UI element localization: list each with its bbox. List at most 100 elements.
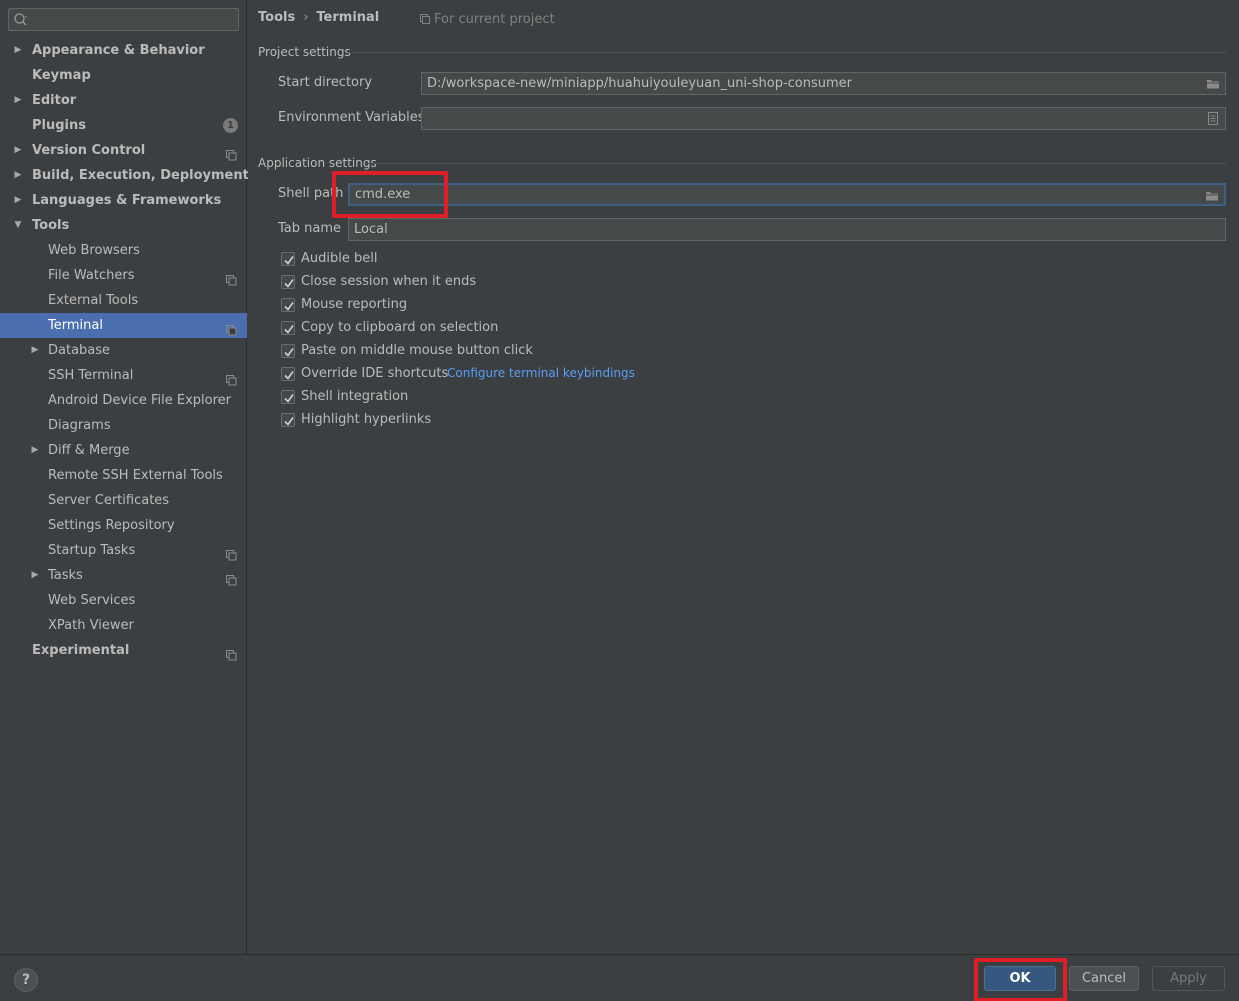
shell-path-input[interactable]: cmd.exe bbox=[348, 183, 1226, 206]
scope-text: For current project bbox=[434, 12, 555, 27]
sidebar-item-version-control[interactable]: ▶ Version Control bbox=[0, 138, 247, 163]
settings-sidebar: ▶ Appearance & Behavior Keymap ▶ Editor Plugi… bbox=[0, 0, 249, 954]
collapsed-arrow-icon[interactable]: ▶ bbox=[12, 88, 24, 113]
sidebar-item-remote-ssh-external-tools[interactable]: Remote SSH External Tools bbox=[0, 463, 247, 488]
checkbox[interactable] bbox=[281, 252, 295, 266]
sidebar-item-label: Remote SSH External Tools bbox=[48, 468, 223, 483]
sidebar-item-startup-tasks[interactable]: Startup Tasks bbox=[0, 538, 247, 563]
sidebar-item-tools[interactable]: ▼ Tools bbox=[0, 213, 247, 238]
sidebar-item-label: Server Certificates bbox=[48, 493, 170, 508]
shell-path-label: Shell path bbox=[278, 186, 344, 201]
sidebar-item-diagrams[interactable]: Diagrams bbox=[0, 413, 247, 438]
sidebar-item-server-certificates[interactable]: Server Certificates bbox=[0, 488, 247, 513]
collapsed-arrow-icon[interactable]: ▶ bbox=[12, 138, 24, 163]
sidebar-item-xpath-viewer[interactable]: XPath Viewer bbox=[0, 613, 247, 638]
sidebar-item-label: Plugins bbox=[32, 118, 86, 133]
env-vars-input[interactable] bbox=[421, 107, 1226, 130]
folder-icon[interactable] bbox=[1205, 189, 1219, 202]
start-directory-label: Start directory bbox=[278, 75, 373, 90]
sidebar-item-label: Tools bbox=[32, 218, 70, 233]
sidebar-item-web-services[interactable]: Web Services bbox=[0, 588, 247, 613]
start-directory-input[interactable]: D:/workspace-new/miniapp/huahuiyouleyuan… bbox=[421, 72, 1226, 95]
project-scope-icon bbox=[226, 570, 237, 586]
breadcrumb-parent[interactable]: Tools bbox=[258, 10, 295, 25]
checkmark-icon bbox=[284, 417, 294, 426]
sidebar-item-file-watchers[interactable]: File Watchers bbox=[0, 263, 247, 288]
sidebar-item-ssh-terminal[interactable]: SSH Terminal bbox=[0, 363, 247, 388]
project-scope-icon bbox=[226, 145, 237, 161]
collapsed-arrow-icon[interactable]: ▶ bbox=[12, 163, 24, 188]
help-button[interactable]: ? bbox=[14, 968, 38, 992]
sidebar-item-label: Keymap bbox=[32, 68, 91, 83]
collapsed-arrow-icon[interactable]: ▶ bbox=[12, 188, 24, 213]
sidebar-item-label: Build, Execution, Deployment bbox=[32, 168, 249, 183]
option-label: Highlight hyperlinks bbox=[301, 412, 432, 427]
sidebar-item-label: Web Services bbox=[48, 593, 136, 608]
project-scope-icon bbox=[226, 320, 237, 336]
sidebar-item-label: Diff & Merge bbox=[48, 443, 130, 458]
sidebar-item-database[interactable]: ▶ Database bbox=[0, 338, 247, 363]
sidebar-item-android-device-file-explorer[interactable]: Android Device File Explorer bbox=[0, 388, 247, 413]
shell-path-value: cmd.exe bbox=[355, 187, 411, 202]
project-scope-icon bbox=[226, 645, 237, 661]
checkbox[interactable] bbox=[281, 321, 295, 335]
sidebar-item-terminal[interactable]: Terminal bbox=[0, 313, 247, 338]
project-scope-icon bbox=[226, 270, 237, 286]
checkmark-icon bbox=[284, 279, 294, 288]
sidebar-item-label: SSH Terminal bbox=[48, 368, 134, 383]
sidebar-item-plugins[interactable]: Plugins 1 bbox=[0, 113, 247, 138]
update-count-badge: 1 bbox=[223, 118, 238, 133]
checkbox[interactable] bbox=[281, 390, 295, 404]
sidebar-item-appearance-behavior[interactable]: ▶ Appearance & Behavior bbox=[0, 38, 247, 63]
collapsed-arrow-icon[interactable]: ▶ bbox=[29, 438, 41, 463]
checkmark-icon bbox=[284, 371, 294, 380]
option-label: Audible bell bbox=[301, 251, 378, 266]
configure-keybindings-link[interactable]: Configure terminal keybindings bbox=[447, 366, 635, 380]
checkmark-icon bbox=[284, 256, 294, 265]
checkmark-icon bbox=[284, 394, 294, 403]
sidebar-item-external-tools[interactable]: External Tools bbox=[0, 288, 247, 313]
ok-button[interactable]: OK bbox=[984, 966, 1056, 991]
start-directory-value: D:/workspace-new/miniapp/huahuiyouleyuan… bbox=[427, 76, 853, 91]
tab-name-input[interactable]: Local bbox=[348, 218, 1226, 241]
sidebar-item-settings-repository[interactable]: Settings Repository bbox=[0, 513, 247, 538]
option-label: Override IDE shortcuts bbox=[301, 366, 449, 381]
sidebar-item-languages-frameworks[interactable]: ▶ Languages & Frameworks bbox=[0, 188, 247, 213]
apply-button[interactable]: Apply bbox=[1152, 966, 1225, 991]
sidebar-item-label: Tasks bbox=[48, 568, 83, 583]
breadcrumb-current: Terminal bbox=[316, 10, 380, 25]
edit-list-icon[interactable] bbox=[1206, 112, 1220, 125]
scope-label: For current project bbox=[420, 11, 555, 29]
sidebar-item-tasks[interactable]: ▶ Tasks bbox=[0, 563, 247, 588]
sidebar-item-editor[interactable]: ▶ Editor bbox=[0, 88, 247, 113]
checkmark-icon bbox=[284, 302, 294, 311]
sidebar-item-label: Editor bbox=[32, 93, 77, 108]
folder-icon[interactable] bbox=[1206, 77, 1220, 90]
project-settings-divider bbox=[348, 52, 1226, 53]
sidebar-item-label: Web Browsers bbox=[48, 243, 140, 258]
sidebar-item-label: Version Control bbox=[32, 143, 146, 158]
collapsed-arrow-icon[interactable]: ▶ bbox=[29, 563, 41, 588]
checkbox[interactable] bbox=[281, 275, 295, 289]
dialog-footer: ? OK Cancel Apply bbox=[0, 954, 1239, 1001]
sidebar-item-web-browsers[interactable]: Web Browsers bbox=[0, 238, 247, 263]
settings-search-box[interactable] bbox=[8, 8, 239, 31]
project-scope-icon bbox=[226, 370, 237, 386]
checkbox[interactable] bbox=[281, 413, 295, 427]
expanded-arrow-icon[interactable]: ▼ bbox=[12, 213, 24, 238]
checkbox[interactable] bbox=[281, 344, 295, 358]
sidebar-item-keymap[interactable]: Keymap bbox=[0, 63, 247, 88]
sidebar-item-build-execution-deployment[interactable]: ▶ Build, Execution, Deployment bbox=[0, 163, 249, 188]
collapsed-arrow-icon[interactable]: ▶ bbox=[12, 38, 24, 63]
sidebar-item-label: File Watchers bbox=[48, 268, 135, 283]
checkbox[interactable] bbox=[281, 298, 295, 312]
option-label: Paste on middle mouse button click bbox=[301, 343, 533, 358]
project-settings-title: Project settings bbox=[258, 45, 351, 59]
checkbox[interactable] bbox=[281, 367, 295, 381]
settings-search-input[interactable] bbox=[31, 11, 231, 28]
cancel-button[interactable]: Cancel bbox=[1069, 966, 1139, 991]
option-label: Mouse reporting bbox=[301, 297, 408, 312]
sidebar-item-diff-merge[interactable]: ▶ Diff & Merge bbox=[0, 438, 247, 463]
collapsed-arrow-icon[interactable]: ▶ bbox=[29, 338, 41, 363]
sidebar-item-experimental[interactable]: Experimental bbox=[0, 638, 247, 663]
